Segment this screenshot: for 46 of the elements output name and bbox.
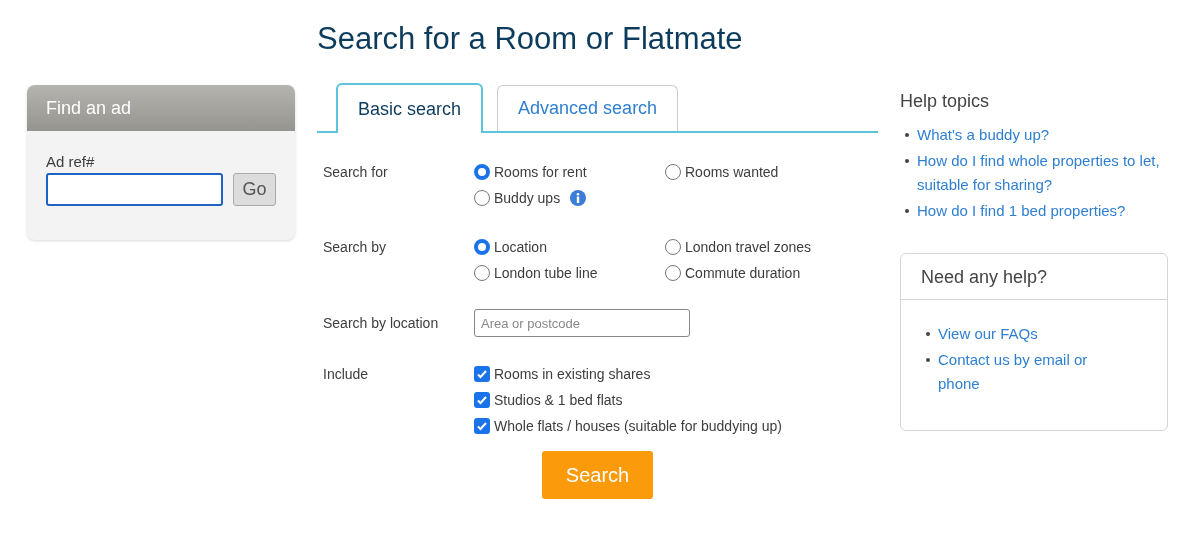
go-button[interactable]: Go: [233, 173, 276, 206]
option-label: Rooms wanted: [685, 162, 779, 182]
bullet-icon: [926, 358, 930, 362]
radio-button[interactable]: [665, 164, 681, 180]
page-title: Search for a Room or Flatmate: [317, 20, 744, 58]
field-label: Search for: [323, 163, 389, 182]
location-field[interactable]: Area or postcode: [474, 309, 690, 337]
help-link[interactable]: How do I find 1 bed properties?: [917, 199, 1126, 223]
option-label: Studios & 1 bed flats: [494, 390, 623, 410]
option-label: Location: [494, 237, 547, 257]
search-button[interactable]: Search: [542, 451, 653, 499]
help-topics-heading: Help topics: [900, 90, 991, 113]
option-label: Rooms for rent: [494, 162, 587, 182]
option-label: Buddy ups: [494, 188, 561, 208]
radio-button[interactable]: [474, 239, 490, 255]
radio-button[interactable]: [474, 164, 490, 180]
option-label: London tube line: [494, 263, 598, 283]
checkbox[interactable]: [474, 366, 490, 382]
help-link[interactable]: Contact us by email or phone: [938, 348, 1107, 396]
field-label: Search by: [323, 238, 388, 257]
ad-ref-field[interactable]: [46, 173, 223, 206]
checkbox[interactable]: [474, 418, 490, 434]
field-label: Include: [323, 365, 370, 384]
radio-button[interactable]: [665, 239, 681, 255]
bullet-icon: [905, 159, 909, 163]
field-label: Search by location: [323, 314, 440, 333]
radio-button[interactable]: [474, 190, 490, 206]
help-link[interactable]: View our FAQs: [938, 322, 1038, 346]
option-label: Whole flats / houses (suitable for buddying up): [494, 416, 782, 436]
help-link[interactable]: What's a buddy up?: [917, 123, 1050, 147]
checkbox[interactable]: [474, 392, 490, 408]
info-icon[interactable]: [570, 190, 587, 206]
radio-button[interactable]: [665, 265, 681, 281]
help-link[interactable]: How do I find whole properties to let, suitable for sharing?: [917, 149, 1168, 197]
help-card-title: Need any help?: [901, 254, 1167, 300]
bullet-icon: [905, 209, 909, 213]
option-label: Rooms in existing shares: [494, 364, 651, 384]
radio-button[interactable]: [474, 265, 490, 281]
panel-header: Find an ad: [27, 85, 295, 131]
bullet-icon: [926, 332, 930, 336]
bullet-icon: [905, 133, 909, 137]
tab[interactable]: Basic search: [336, 83, 484, 133]
option-label: Commute duration: [685, 263, 801, 283]
field-label: Ad ref#: [46, 153, 96, 171]
option-label: London travel zones: [685, 237, 812, 257]
tab[interactable]: Advanced search: [497, 85, 679, 131]
